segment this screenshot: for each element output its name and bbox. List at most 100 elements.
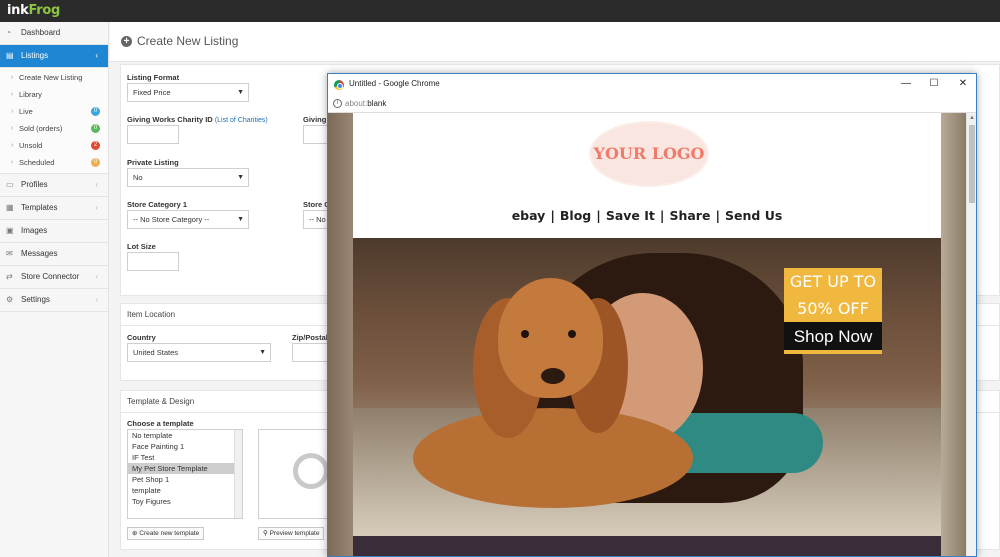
- nav-separator: |: [596, 208, 601, 223]
- top-bar: inkFrog: [0, 0, 1000, 22]
- select-value: -- No: [309, 215, 326, 224]
- nav-link-save-it[interactable]: Save It: [606, 208, 655, 223]
- messages-icon: ✉: [6, 249, 13, 258]
- template-listbox[interactable]: No template Face Painting 1 IF Test My P…: [127, 429, 243, 519]
- logo-ink: ink: [7, 3, 29, 18]
- promo-text: GET UP TO 50% OFF: [784, 268, 882, 322]
- nav-link-ebay[interactable]: ebay: [512, 208, 546, 223]
- listings-icon: ▤: [6, 51, 14, 60]
- sidebar-item-messages[interactable]: ✉ Messages: [0, 243, 108, 266]
- select-value: -- No Store Category --: [133, 215, 210, 224]
- banner-dog-eye: [568, 330, 576, 338]
- create-new-template-button[interactable]: ⊕ Create new template: [127, 527, 205, 540]
- template-option[interactable]: template: [128, 485, 242, 496]
- sidebar-item-store-connector[interactable]: ⇄ Store Connector ‹: [0, 266, 108, 289]
- store-header: YOUR LOGO ebay | Blog | Save It | Share | Send U…: [353, 113, 941, 238]
- footer-strip: [353, 536, 941, 556]
- template-option[interactable]: IF Test: [128, 452, 242, 463]
- sidebar-subitem-live[interactable]: › Live 0: [0, 103, 108, 120]
- template-option[interactable]: Pet Shop 1: [128, 474, 242, 485]
- scrollbar-thumb[interactable]: [969, 125, 975, 203]
- banner-dog-body: [413, 408, 693, 508]
- sidebar-subitem-unsold[interactable]: › Unsold 2: [0, 137, 108, 154]
- chevron-left-icon: ‹: [95, 203, 98, 212]
- nav-link-send-us[interactable]: Send Us: [725, 208, 782, 223]
- chevron-right-icon: ›: [11, 142, 14, 149]
- chevron-down-icon: ‹: [95, 51, 98, 60]
- count-badge: 0: [91, 124, 100, 133]
- url-path: blank: [367, 99, 387, 108]
- sidebar-item-label: Templates: [21, 203, 58, 212]
- store-nav: ebay | Blog | Save It | Share | Send Us: [353, 208, 941, 223]
- templates-icon: ▦: [6, 203, 14, 212]
- caret-down-icon: ▼: [237, 174, 244, 181]
- sidebar-subitem-sold[interactable]: › Sold (orders) 0: [0, 120, 108, 137]
- country-select[interactable]: United States ▼: [127, 343, 271, 362]
- subitem-label: Sold (orders): [19, 124, 63, 133]
- listbox-scrollbar[interactable]: [234, 430, 242, 518]
- button-label: Create new template: [139, 530, 200, 537]
- magnifier-icon: [293, 453, 329, 489]
- count-badge: 0: [91, 158, 100, 167]
- store-category-1-select[interactable]: -- No Store Category -- ▼: [127, 210, 249, 229]
- sidebar-item-templates[interactable]: ▦ Templates ‹: [0, 197, 108, 220]
- select-value: No: [133, 173, 143, 182]
- zip-postal-input[interactable]: [292, 343, 328, 362]
- zip-postal-label: Zip/Postal: [292, 333, 328, 342]
- template-option[interactable]: Face Painting 1: [128, 441, 242, 452]
- search-icon: ⚲: [263, 530, 268, 537]
- template-option[interactable]: Toy Figures: [128, 496, 242, 507]
- scroll-up-icon[interactable]: ▲: [969, 115, 975, 121]
- lot-size-input[interactable]: [127, 252, 179, 271]
- sidebar-item-profiles[interactable]: ▭ Profiles ‹: [0, 174, 108, 197]
- store-category-2-select[interactable]: -- No: [303, 210, 328, 229]
- sidebar-subitem-create-new-listing[interactable]: › Create New Listing: [0, 69, 108, 86]
- minimize-button[interactable]: —: [898, 77, 914, 91]
- sidebar-subitem-scheduled[interactable]: › Scheduled 0: [0, 154, 108, 171]
- giving-works-input[interactable]: [303, 125, 328, 144]
- shop-now-button[interactable]: Shop Now: [784, 322, 882, 354]
- template-option-selected[interactable]: My Pet Store Template: [128, 463, 242, 474]
- private-listing-select[interactable]: No ▼: [127, 168, 249, 187]
- item-location-title: Item Location: [127, 310, 176, 319]
- sidebar-item-label: Store Connector: [21, 272, 80, 281]
- private-listing-label: Private Listing: [127, 158, 179, 167]
- charity-id-input[interactable]: [127, 125, 179, 144]
- nav-separator: |: [659, 208, 665, 223]
- promo-line-1: GET UP TO: [789, 272, 877, 291]
- preview-popup-window[interactable]: Untitled - Google Chrome — ☐ ✕ i about:b…: [327, 73, 977, 557]
- window-titlebar[interactable]: Untitled - Google Chrome — ☐ ✕: [328, 74, 976, 96]
- maximize-button[interactable]: ☐: [926, 77, 942, 91]
- store-category-1-label: Store Category 1: [127, 200, 188, 209]
- info-icon[interactable]: i: [333, 99, 342, 108]
- lot-size-label: Lot Size: [127, 242, 156, 251]
- list-of-charities-link[interactable]: (List of Charities): [215, 117, 268, 124]
- sidebar-item-label: Messages: [21, 249, 58, 258]
- sidebar-subitem-library[interactable]: › Library: [0, 86, 108, 103]
- store-category-2-label-cut: Store C: [303, 200, 330, 209]
- preview-template-button[interactable]: ⚲ Preview template: [258, 527, 325, 540]
- nav-link-blog[interactable]: Blog: [560, 208, 591, 223]
- caret-down-icon: ▼: [237, 89, 244, 96]
- plus-circle-icon: ⊕: [132, 530, 138, 537]
- chevron-left-icon: ‹: [95, 180, 98, 189]
- page-viewport[interactable]: YOUR LOGO ebay | Blog | Save It | Share | Send U…: [328, 113, 966, 556]
- sidebar-item-settings[interactable]: ⚙ Settings ‹: [0, 289, 108, 312]
- charity-id-label: Giving Works Charity ID (List of Chariti…: [127, 115, 268, 124]
- close-button[interactable]: ✕: [955, 77, 971, 91]
- vertical-scrollbar[interactable]: ▲: [966, 113, 976, 556]
- store-logo[interactable]: YOUR LOGO: [591, 123, 707, 185]
- nav-link-share[interactable]: Share: [669, 208, 710, 223]
- promo-line-2: 50% OFF: [797, 299, 869, 318]
- sidebar-item-dashboard[interactable]: ◔ Dashboard: [0, 22, 108, 45]
- template-option[interactable]: No template: [128, 430, 242, 441]
- sidebar-item-label: Dashboard: [21, 28, 61, 37]
- chevron-right-icon: ›: [11, 125, 14, 132]
- sidebar-item-images[interactable]: ▣ Images: [0, 220, 108, 243]
- sidebar-item-listings[interactable]: ▤ Listings ‹: [0, 45, 108, 68]
- inkfrog-logo[interactable]: inkFrog: [7, 3, 60, 18]
- subitem-label: Live: [19, 107, 33, 116]
- listing-format-select[interactable]: Fixed Price ▼: [127, 83, 249, 102]
- address-bar[interactable]: i about:blank: [328, 96, 976, 113]
- url-text[interactable]: about:blank: [345, 99, 386, 108]
